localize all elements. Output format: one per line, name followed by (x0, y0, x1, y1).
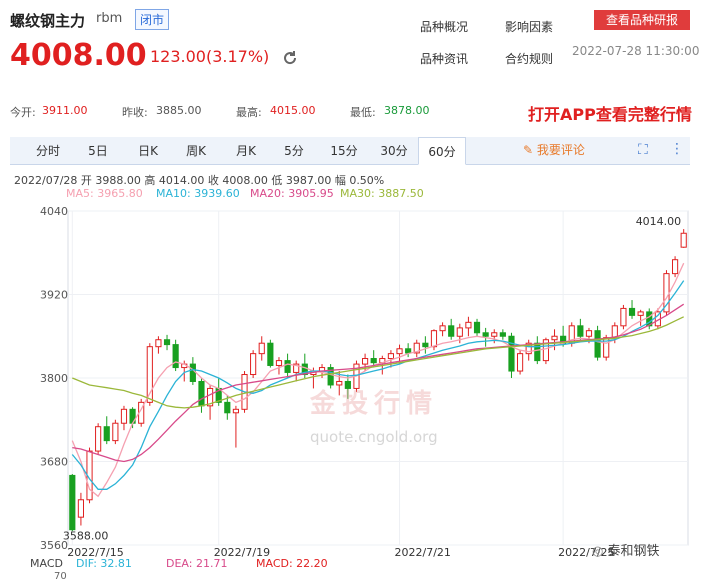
macd-dea: DEA: 21.71 (166, 557, 228, 570)
candle-body (370, 358, 377, 364)
macd-dif: DIF: 32.81 (76, 557, 132, 570)
candle-body (69, 474, 76, 531)
candle-body (482, 332, 489, 337)
candle-body (465, 321, 472, 329)
y-tick-label: 3800 (40, 372, 68, 385)
candle-body (172, 344, 179, 369)
candle-body (577, 325, 584, 337)
candle-body (258, 342, 265, 355)
macd-value: MACD: 22.20 (256, 557, 328, 570)
candle-body (551, 335, 558, 341)
candle-body (499, 332, 506, 337)
candlestick-chart: 404039203800368035602022/7/15 2022/7/19 20… (40, 205, 689, 559)
min-price-label: 3588.00 (63, 530, 109, 543)
candle-body (422, 342, 429, 348)
candle-body (112, 422, 119, 442)
wechat-icon: ◎ (592, 544, 608, 559)
candle-body (637, 311, 644, 316)
candle-body (456, 327, 463, 337)
candle-body (95, 426, 102, 452)
candle-body (267, 342, 274, 366)
macd-label: MACD (30, 557, 63, 570)
candle-body (103, 426, 110, 442)
candle-body (439, 325, 446, 332)
y-tick-label: 3920 (40, 289, 68, 302)
wechat-account: ◎ 泰和钢铁 (592, 540, 660, 559)
candle-body (585, 330, 593, 337)
wechat-name: 泰和钢铁 (607, 544, 660, 559)
candle-body (517, 353, 524, 372)
candle-body (473, 321, 481, 334)
watermark-url: quote.cngold.org (310, 428, 438, 446)
candle-body (628, 307, 636, 316)
candle-body (534, 342, 541, 362)
candle-body (155, 339, 162, 348)
candle-body (189, 363, 196, 382)
candle-body (77, 499, 85, 518)
watermark-text: 金投行情 (310, 389, 439, 419)
candle-body (405, 348, 412, 354)
max-price-label: 4014.00 (636, 215, 682, 228)
macd-axis-top: 70 (54, 571, 67, 582)
candle-body (672, 259, 679, 275)
candle-body (387, 353, 395, 360)
candle-body (620, 307, 627, 327)
candle-body (362, 358, 369, 365)
y-tick-label: 4040 (40, 205, 68, 218)
candle-body (396, 348, 403, 355)
candle-body (448, 325, 455, 337)
candle-body (491, 332, 498, 337)
y-tick-label: 3680 (40, 456, 68, 469)
candle-body (120, 408, 128, 424)
candle-body (508, 335, 515, 372)
candle-body (430, 330, 438, 348)
candle-body (250, 353, 257, 376)
candle-body (163, 339, 171, 346)
candle-body (198, 380, 205, 407)
candle-body (594, 330, 601, 358)
candle-body (284, 360, 291, 373)
candle-body (224, 401, 231, 414)
candle-body (275, 360, 283, 366)
candle-body (680, 232, 687, 248)
x-tick-label: 2022/7/21 (395, 546, 451, 559)
candle-body (232, 408, 239, 414)
